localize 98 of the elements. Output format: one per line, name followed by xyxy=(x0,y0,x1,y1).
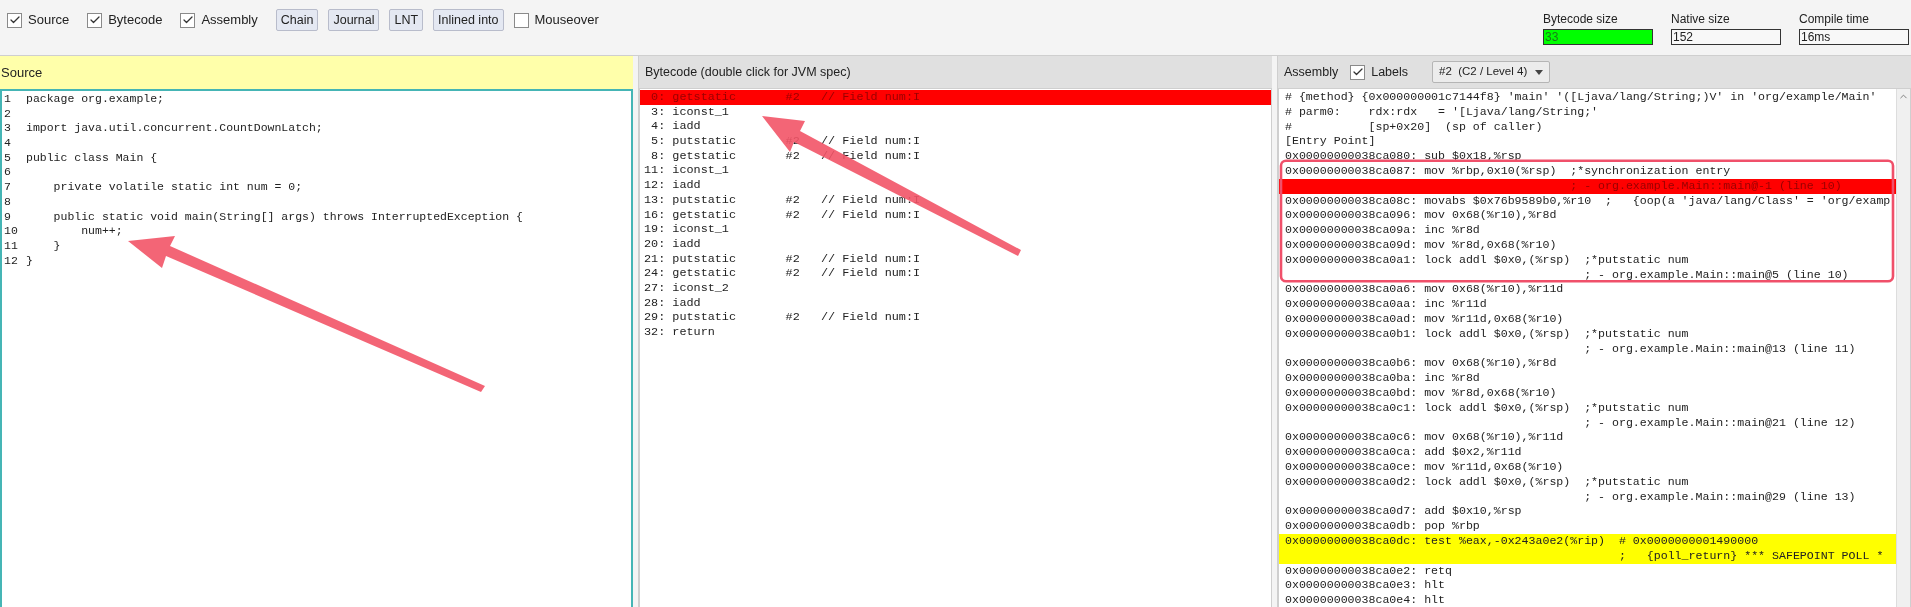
bytecode-row[interactable]: 24: getstatic #2 // Field num:I xyxy=(640,266,1271,281)
bytecode-row[interactable]: 8: getstatic #2 // Field num:I xyxy=(640,148,1271,164)
bytecode-row[interactable]: 20: iadd xyxy=(640,236,1271,252)
assembly-row[interactable]: 0x00000000038ca08c: movabs $0x76b9589b0,%r10 ; {oop(a 'java/lang/Class' = 'org/examp xyxy=(1279,193,1896,209)
checkbox[interactable] xyxy=(513,12,529,28)
assembly-row[interactable]: ; - org.example.Main::main@29 (line 13) xyxy=(1279,489,1896,505)
bytecode-row[interactable]: 28: iadd xyxy=(640,295,1271,311)
assembly-row[interactable]: 0x00000000038ca0d2: lock addl $0x0,(%rsp) ;*putstatic num xyxy=(1279,474,1896,490)
checkbox[interactable] xyxy=(7,12,22,28)
assembly-row[interactable]: ; - org.example.Main::main@13 (line 11) xyxy=(1279,341,1896,357)
toolbar-button[interactable]: Journal xyxy=(328,9,380,31)
assembly-row[interactable]: 0x00000000038ca0db: pop %rbp xyxy=(1279,519,1896,534)
line-number: 6 xyxy=(3,165,12,181)
assembly-row[interactable]: 0x00000000038ca096: mov 0x68(%r10),%r8d xyxy=(1279,208,1896,224)
assembly-row[interactable]: 0x00000000038ca0e2: retq xyxy=(1279,563,1896,579)
panel-header: Source xyxy=(0,56,633,89)
line-number: 7 xyxy=(3,180,12,195)
check-icon xyxy=(88,14,101,26)
checkbox[interactable] xyxy=(180,12,196,28)
assembly-row[interactable]: 0x00000000038ca09d: mov %r8d,0x68(%r10) xyxy=(1279,237,1896,253)
assembly-row[interactable]: 0x00000000038ca0b6: mov 0x68(%r10),%r8d xyxy=(1279,356,1896,372)
caret-icon xyxy=(1535,69,1544,75)
bytecode-row[interactable]: 16: getstatic #2 // Field num:I xyxy=(640,207,1271,223)
assembly-row[interactable]: 0x00000000038ca0c1: lock addl $0x0,(%rsp) ;*putstatic num xyxy=(1279,400,1896,416)
checkbox-label[interactable]: Source xyxy=(28,10,70,30)
assembly-row[interactable]: 0x00000000038ca0e4: hlt xyxy=(1279,593,1896,607)
assembly-row[interactable]: 0x00000000038ca09a: inc %r8d xyxy=(1279,223,1896,238)
compilation-dropdown[interactable]: #2 (C2 / Level 4) xyxy=(1432,61,1551,83)
assembly-row[interactable]: 0x00000000038ca0ce: mov %r11d,0x68(%r10) xyxy=(1279,459,1896,475)
assembly-row[interactable]: 0x00000000038ca0aa: inc %r11d xyxy=(1279,297,1896,312)
panel-title: Assembly xyxy=(1284,63,1339,81)
code-line: } xyxy=(52,238,61,254)
assembly-row[interactable]: 0x00000000038ca0bd: mov %r8d,0x68(%r10) xyxy=(1279,385,1896,401)
assembly-row[interactable]: 0x00000000038ca0c6: mov 0x68(%r10),%r11d xyxy=(1279,430,1896,446)
assembly-row[interactable]: 0x00000000038ca0d7: add $0x10,%rsp xyxy=(1279,504,1896,520)
check-icon xyxy=(8,14,21,26)
checkbox-label[interactable]: Labels xyxy=(1371,62,1409,82)
code-line: public static void main(String[] args) throws InterruptedException { xyxy=(52,209,523,225)
bytecode-row[interactable]: 5: putstatic #2 // Field num:I xyxy=(640,134,1271,149)
stat-label: Native size xyxy=(1671,12,1731,27)
assembly-row[interactable]: 0x00000000038ca0dc: test %eax,-0x243a0e2(%rip) # 0x0000000001490000 xyxy=(1279,533,1896,549)
assembly-row[interactable]: 0x00000000038ca0ca: add $0x2,%r11d xyxy=(1279,445,1896,460)
assembly-row[interactable]: 0x00000000038ca080: sub $0x18,%rsp xyxy=(1279,149,1896,164)
assembly-row[interactable]: # [sp+0x20] (sp of caller) xyxy=(1279,119,1896,135)
assembly-row[interactable]: 0x00000000038ca087: mov %rbp,0x10(%rsp) ;*synchronization entry xyxy=(1279,164,1896,179)
stat-field: 33 xyxy=(1543,29,1653,45)
bytecode-row[interactable]: 4: iadd xyxy=(640,119,1271,135)
code-line: private volatile static int num = 0; xyxy=(52,180,303,195)
check-icon xyxy=(181,14,194,26)
bytecode-row[interactable]: 27: iconst_2 xyxy=(640,280,1271,296)
toolbar-button[interactable]: Inlined into xyxy=(433,9,504,31)
checkbox-label[interactable]: Assembly xyxy=(201,10,258,30)
panel-header: Bytecode (double click for JVM spec) xyxy=(639,56,1272,88)
line-number: 9 xyxy=(3,209,12,225)
toolbar-button[interactable]: LNT xyxy=(389,9,424,31)
line-number: 8 xyxy=(3,194,12,210)
assembly-row[interactable]: 0x00000000038ca0e3: hlt xyxy=(1279,578,1896,594)
line-number: 4 xyxy=(3,136,12,151)
bytecode-row[interactable]: 3: iconst_1 xyxy=(640,104,1271,120)
assembly-row[interactable]: 0x00000000038ca0ba: inc %r8d xyxy=(1279,371,1896,386)
checkbox[interactable] xyxy=(87,12,103,28)
stat-label: Compile time xyxy=(1799,12,1871,27)
assembly-row[interactable]: 0x00000000038ca0b1: lock addl $0x0,(%rsp) ;*putstatic num xyxy=(1279,326,1896,342)
checkbox[interactable] xyxy=(1350,64,1366,80)
assembly-row[interactable]: ; - org.example.Main::main@5 (line 10) xyxy=(1279,267,1896,283)
code-line: package org.example; xyxy=(26,92,165,107)
assembly-row[interactable]: 0x00000000038ca0a1: lock addl $0x0,(%rsp) ;*putstatic num xyxy=(1279,252,1896,268)
code-line: import java.util.concurrent.CountDownLatch; xyxy=(26,121,323,137)
toolbar-button[interactable]: Chain xyxy=(275,9,319,31)
assembly-row[interactable]: [Entry Point] xyxy=(1279,134,1896,150)
line-number: 5 xyxy=(3,150,12,166)
stat-field: 16ms xyxy=(1799,29,1909,45)
line-number: 11 xyxy=(3,238,19,254)
checkbox-label[interactable]: Mouseover xyxy=(534,10,599,30)
check-icon xyxy=(1351,66,1364,78)
assembly-row[interactable]: ; - org.example.Main::main@21 (line 12) xyxy=(1279,415,1896,431)
line-number: 10 xyxy=(3,224,19,239)
assembly-row[interactable]: 0x00000000038ca0a6: mov 0x68(%r10),%r11d xyxy=(1279,282,1896,298)
assembly-row[interactable]: # parm0: rdx:rdx = '[Ljava/lang/String;' xyxy=(1279,104,1896,120)
stat-label: Bytecode size xyxy=(1543,12,1619,27)
scrollbar[interactable] xyxy=(1896,89,1910,607)
code-line: } xyxy=(26,253,33,269)
line-number: 12 xyxy=(3,253,19,269)
bytecode-row[interactable]: 19: iconst_1 xyxy=(640,222,1271,237)
stat-field: 152 xyxy=(1671,29,1781,45)
bytecode-row[interactable]: 12: iadd xyxy=(640,178,1271,193)
bytecode-row[interactable]: 32: return xyxy=(640,325,1271,340)
checkbox-label[interactable]: Bytecode xyxy=(108,10,163,30)
line-number: 2 xyxy=(3,106,12,122)
assembly-row[interactable]: 0x00000000038ca0ad: mov %r11d,0x68(%r10) xyxy=(1279,311,1896,327)
line-number: 1 xyxy=(3,92,12,107)
line-number: 3 xyxy=(3,121,12,137)
bytecode-row[interactable]: 29: putstatic #2 // Field num:I xyxy=(640,310,1271,325)
code-line: public class Main { xyxy=(26,150,158,166)
assembly-row[interactable]: # {method} {0x000000001c7144f8} 'main' '([Ljava/lang/String;)V' in 'org/example/Main' xyxy=(1279,90,1896,105)
bytecode-row[interactable]: 11: iconst_1 xyxy=(640,163,1271,179)
bytecode-row[interactable]: 21: putstatic #2 // Field num:I xyxy=(640,251,1271,267)
code-line: num++; xyxy=(80,224,123,239)
